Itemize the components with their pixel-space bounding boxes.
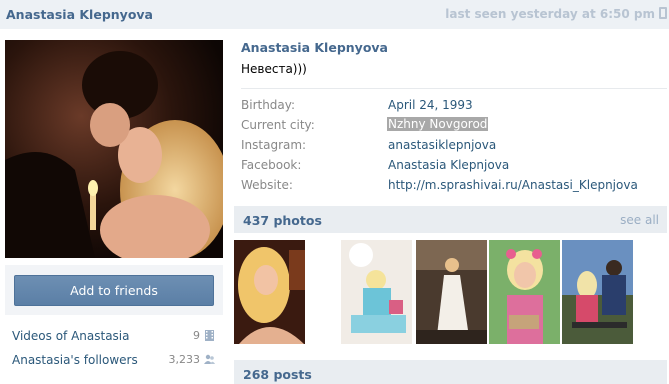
followers-count: 3,233	[168, 353, 201, 366]
profile-status: Невеста)))	[241, 62, 307, 76]
posts-section-header[interactable]: 268 posts	[234, 360, 667, 384]
last-seen-text: last seen yesterday at 6:50 pm	[445, 7, 655, 21]
header-name[interactable]: Anastasia Klepnyova	[6, 7, 153, 22]
city-link[interactable]: Nzhny Novgorod	[387, 117, 489, 131]
profile-header-bar: Anastasia Klepnyova last seen yesterday …	[0, 0, 669, 29]
website-link[interactable]: http://m.sprashivai.ru/Anastasi_Klepnjov…	[388, 178, 638, 192]
posts-count-title[interactable]: 268 posts	[243, 367, 312, 382]
followers-link-label[interactable]: Anastasia's followers	[12, 353, 138, 367]
add-friend-panel: Add to friends	[5, 265, 223, 315]
photo-thumbnail[interactable]	[234, 240, 305, 344]
field-label: Instagram:	[241, 138, 307, 152]
videos-link-label[interactable]: Videos of Anastasia	[12, 329, 130, 343]
side-links: Videos of Anastasia 9 Anastasia's follow…	[5, 323, 223, 371]
field-label: Facebook:	[241, 158, 302, 172]
profile-info: Anastasia Klepnyova Невеста))) Birthday:…	[241, 40, 667, 196]
photo-thumbnail[interactable]	[489, 240, 560, 344]
info-divider	[241, 88, 667, 89]
field-birthday: Birthday: April 24, 1993	[241, 96, 661, 116]
photos-count-title[interactable]: 437 photos	[243, 213, 322, 228]
field-city: Current city: Nzhny Novgorod	[241, 116, 661, 136]
people-icon	[204, 354, 215, 364]
followers-link[interactable]: Anastasia's followers 3,233	[5, 347, 223, 371]
photo-thumbnails	[234, 240, 667, 344]
profile-full-name: Anastasia Klepnyova	[241, 40, 388, 55]
field-label: Website:	[241, 178, 293, 192]
info-fields: Birthday: April 24, 1993 Current city: N…	[241, 96, 661, 196]
mobile-phone-icon	[659, 7, 667, 19]
photo-thumbnail[interactable]	[341, 240, 412, 344]
field-website: Website: http://m.sprashivai.ru/Anastasi…	[241, 176, 661, 196]
facebook-link[interactable]: Anastasia Klepnjova	[388, 158, 509, 172]
field-instagram: Instagram: anastasiklepnjova	[241, 136, 661, 156]
film-icon	[205, 330, 214, 341]
profile-photo[interactable]	[5, 40, 223, 258]
photo-thumbnail[interactable]	[416, 240, 487, 344]
videos-link[interactable]: Videos of Anastasia 9	[5, 323, 223, 347]
field-label: Birthday:	[241, 98, 296, 112]
photos-section-header[interactable]: 437 photos see all	[234, 206, 667, 233]
videos-count: 9	[193, 329, 200, 342]
birthday-link[interactable]: April 24, 1993	[388, 98, 473, 112]
field-label: Current city:	[241, 118, 315, 132]
add-to-friends-button[interactable]: Add to friends	[14, 275, 214, 306]
photo-thumbnail[interactable]	[562, 240, 633, 344]
field-facebook: Facebook: Anastasia Klepnjova	[241, 156, 661, 176]
instagram-link[interactable]: anastasiklepnjova	[388, 138, 496, 152]
see-all-link[interactable]: see all	[620, 213, 659, 227]
